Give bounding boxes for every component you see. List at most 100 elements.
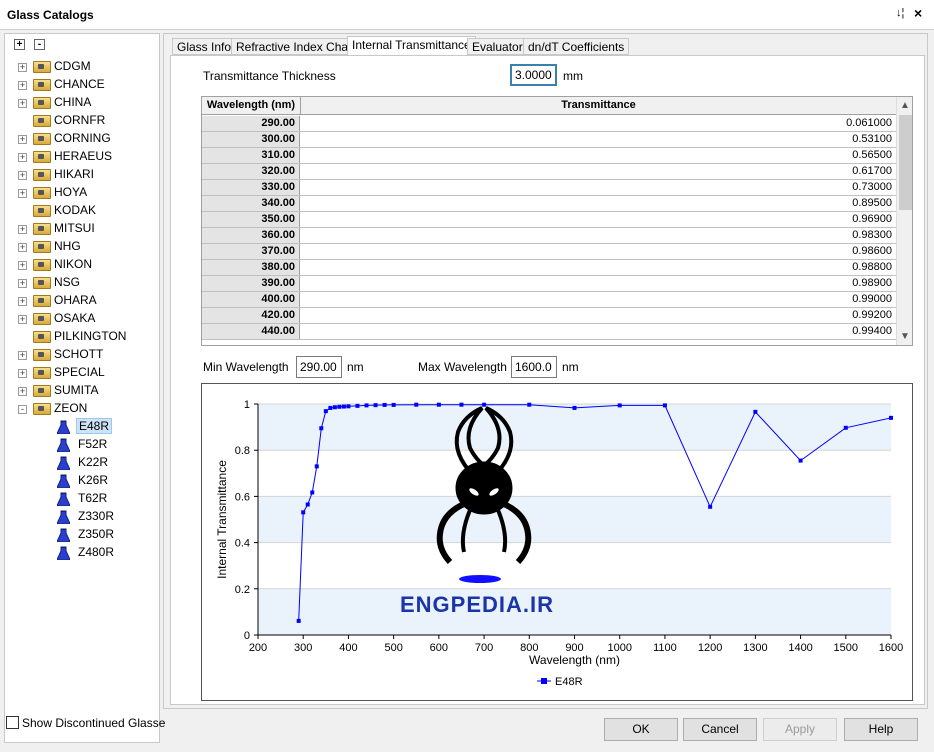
- catalog-node-chance[interactable]: + CHANCE: [5, 76, 145, 94]
- glass-node-z330r[interactable]: Z330R: [57, 508, 157, 526]
- catalog-node-schott[interactable]: + SCHOTT: [5, 346, 145, 364]
- help-button[interactable]: Help: [844, 718, 918, 741]
- catalog-node-china[interactable]: + CHINA: [5, 94, 145, 112]
- pin-icon[interactable]: ↓¦: [896, 7, 904, 19]
- catalog-node-zeon[interactable]: - ZEON: [5, 400, 145, 418]
- expand-icon[interactable]: +: [18, 351, 27, 360]
- folder-icon: [33, 259, 51, 271]
- wavelength-column-header[interactable]: Wavelength (nm): [202, 97, 301, 115]
- glass-node-e48r[interactable]: E48R: [57, 418, 157, 436]
- catalog-node-corning[interactable]: + CORNING: [5, 130, 145, 148]
- expand-icon[interactable]: +: [18, 387, 27, 396]
- expand-icon[interactable]: +: [18, 261, 27, 270]
- catalog-label: SUMITA: [54, 383, 99, 397]
- expand-icon[interactable]: +: [18, 99, 27, 108]
- wavelength-cell: 380.00: [202, 260, 300, 275]
- catalog-label: HOYA: [54, 185, 88, 199]
- scroll-down-icon[interactable]: ▼: [900, 331, 910, 342]
- expand-icon[interactable]: +: [18, 153, 27, 162]
- table-row[interactable]: 350.00 0.96900: [202, 212, 896, 228]
- x-tick-label: 400: [339, 642, 357, 654]
- tab-evaluator[interactable]: Evaluator: [467, 38, 528, 55]
- chart-svg: ENGPEDIA.IR 00.20.40.60.81200 300 400 500 60…: [215, 399, 903, 688]
- catalog-node-hoya[interactable]: + HOYA: [5, 184, 145, 202]
- catalog-node-cornfr[interactable]: CORNFR: [5, 112, 145, 130]
- expand-icon[interactable]: +: [18, 369, 27, 378]
- y-tick-label: 0.2: [235, 584, 250, 596]
- table-row[interactable]: 290.00 0.061000: [202, 116, 896, 132]
- expand-icon[interactable]: +: [18, 297, 27, 306]
- tab-dndt-coefficients[interactable]: dn/dT Coefficients: [523, 38, 630, 55]
- catalog-node-nhg[interactable]: + NHG: [5, 238, 145, 256]
- catalog-node-sumita[interactable]: + SUMITA: [5, 382, 145, 400]
- expand-icon[interactable]: +: [18, 81, 27, 90]
- catalog-node-nsg[interactable]: + NSG: [5, 274, 145, 292]
- expand-icon[interactable]: +: [18, 225, 27, 234]
- scroll-thumb[interactable]: [899, 115, 912, 210]
- table-scrollbar[interactable]: ▲ ▼: [896, 97, 912, 345]
- show-discontinued-checkbox[interactable]: Show Discontinued Glasse: [6, 716, 165, 730]
- glass-label: Z330R: [78, 509, 115, 523]
- catalog-node-nikon[interactable]: + NIKON: [5, 256, 145, 274]
- catalog-label: NSG: [54, 275, 81, 289]
- catalog-tree-panel: + - + CDGM + CHANCE + CHINA CORNFR + CORNING + HER…: [4, 33, 160, 743]
- legend-marker: [541, 678, 547, 684]
- catalog-node-osaka[interactable]: + OSAKA: [5, 310, 145, 328]
- catalog-node-heraeus[interactable]: + HERAEUS: [5, 148, 145, 166]
- glass-node-z480r[interactable]: Z480R: [57, 544, 157, 562]
- glass-node-f52r[interactable]: F52R: [57, 436, 157, 454]
- catalog-node-hikari[interactable]: + HIKARI: [5, 166, 145, 184]
- expand-icon[interactable]: +: [18, 189, 27, 198]
- table-row[interactable]: 390.00 0.98900: [202, 276, 896, 292]
- table-row[interactable]: 340.00 0.89500: [202, 196, 896, 212]
- expand-icon[interactable]: +: [18, 315, 27, 324]
- collapse-icon[interactable]: -: [18, 405, 27, 414]
- ok-button[interactable]: OK: [604, 718, 678, 741]
- apply-button[interactable]: Apply: [763, 718, 837, 741]
- expand-icon[interactable]: +: [18, 63, 27, 72]
- table-row[interactable]: 420.00 0.99200: [202, 308, 896, 324]
- collapse-all-button[interactable]: -: [34, 39, 45, 50]
- table-row[interactable]: 330.00 0.73000: [202, 180, 896, 196]
- table-row[interactable]: 380.00 0.98800: [202, 260, 896, 276]
- glass-node-k22r[interactable]: K22R: [57, 454, 157, 472]
- chart-band: [258, 450, 891, 497]
- tab-internal-transmittance[interactable]: Internal Transmittance: [347, 36, 476, 56]
- cancel-button[interactable]: Cancel: [683, 718, 757, 741]
- expand-all-button[interactable]: +: [14, 39, 25, 50]
- table-row[interactable]: 360.00 0.98300: [202, 228, 896, 244]
- thickness-input[interactable]: 3.0000: [510, 64, 557, 86]
- table-row[interactable]: 300.00 0.53100: [202, 132, 896, 148]
- glass-node-z350r[interactable]: Z350R: [57, 526, 157, 544]
- expand-icon[interactable]: +: [18, 171, 27, 180]
- table-row[interactable]: 310.00 0.56500: [202, 148, 896, 164]
- expand-icon[interactable]: +: [18, 243, 27, 252]
- table-row[interactable]: 440.00 0.99400: [202, 324, 896, 340]
- catalog-node-mitsui[interactable]: + MITSUI: [5, 220, 145, 238]
- checkbox-box[interactable]: [6, 716, 19, 729]
- tab-glass-info[interactable]: Glass Info: [172, 38, 237, 55]
- table-row[interactable]: 370.00 0.98600: [202, 244, 896, 260]
- table-row[interactable]: 320.00 0.61700: [202, 164, 896, 180]
- close-icon[interactable]: ×: [914, 5, 922, 21]
- table-row[interactable]: 400.00 0.99000: [202, 292, 896, 308]
- min-wavelength-input[interactable]: 290.00: [296, 356, 342, 378]
- catalog-node-kodak[interactable]: KODAK: [5, 202, 145, 220]
- expand-icon[interactable]: +: [18, 279, 27, 288]
- catalog-node-cdgm[interactable]: + CDGM: [5, 58, 145, 76]
- expand-icon[interactable]: +: [18, 135, 27, 144]
- x-tick-label: 1100: [653, 642, 677, 654]
- glass-node-t62r[interactable]: T62R: [57, 490, 157, 508]
- max-wavelength-input[interactable]: 1600.0: [511, 356, 557, 378]
- catalog-node-special[interactable]: + SPECIAL: [5, 364, 145, 382]
- catalog-label: ZEON: [54, 401, 88, 415]
- tab-refractive-index-chart[interactable]: Refractive Index Chart: [231, 38, 361, 55]
- glass-label: F52R: [78, 437, 108, 451]
- catalog-node-pilkington[interactable]: PILKINGTON: [5, 328, 145, 346]
- scroll-up-icon[interactable]: ▲: [900, 100, 910, 111]
- glass-node-k26r[interactable]: K26R: [57, 472, 157, 490]
- chart-legend: E48R: [537, 676, 583, 688]
- flask-icon: [57, 492, 70, 506]
- transmittance-column-header[interactable]: Transmittance: [301, 97, 896, 115]
- catalog-node-ohara[interactable]: + OHARA: [5, 292, 145, 310]
